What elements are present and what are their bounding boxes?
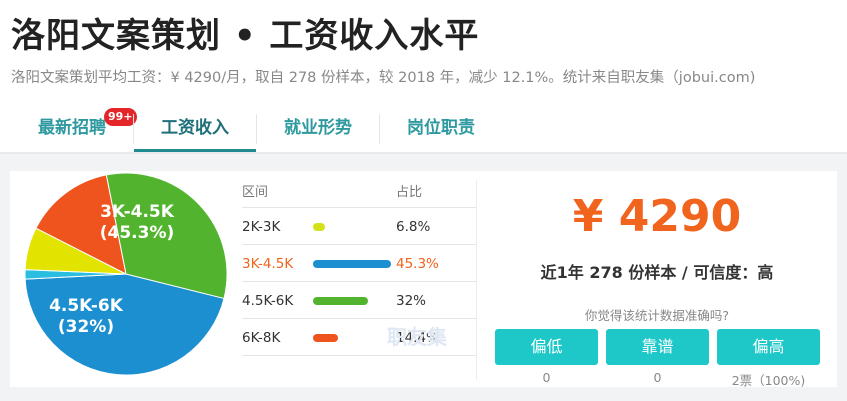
col-header-share: 占比: [396, 185, 423, 200]
table-row: 3K-4.5K 45.3%: [242, 244, 477, 281]
vote-high-count: 2票（100%): [731, 373, 806, 388]
tab-job-duties[interactable]: 岗位职责: [380, 108, 502, 149]
tab-bar: 最新招聘 99+ 工资收入 就业形势 岗位职责: [0, 108, 847, 152]
table-row: 2K-3K 6.8%: [242, 207, 477, 244]
tab-salary[interactable]: 工资收入: [134, 108, 256, 152]
tab-employment[interactable]: 就业形势: [257, 108, 379, 149]
average-salary: ¥ 4290: [572, 191, 742, 242]
table-bottom-border: [242, 355, 477, 356]
col-header-range: 区间: [242, 185, 269, 200]
row-range: 2K-3K: [242, 219, 281, 235]
vote-low-count: 0: [542, 370, 551, 385]
distribution-panel: 3K-4.5K (45.3%) 4.5K-6K (32%) 区间 占比 2K-3…: [10, 171, 477, 387]
tab-label: 最新招聘: [38, 118, 106, 138]
accuracy-question: 你觉得该统计数据准确吗?: [584, 308, 730, 323]
row-pct: 6.8%: [396, 219, 431, 235]
table-row: 4.5K-6K 32%: [242, 281, 477, 318]
share-bar: [313, 260, 391, 268]
pie-label-3k-4.5k: 3K-4.5K (45.3%): [82, 202, 192, 244]
row-pct: 45.3%: [396, 256, 439, 272]
pie-label-range: 4.5K-6K: [49, 296, 123, 316]
tab-label: 岗位职责: [407, 118, 475, 138]
vote-low-button[interactable]: 偏低: [495, 329, 598, 365]
watermark: 职友集: [387, 325, 447, 349]
pie-label-pct: (45.3%): [99, 223, 175, 243]
pie-label-4.5k-6k: 4.5K-6K (32%): [36, 296, 136, 338]
pie-label-range: 3K-4.5K: [100, 202, 174, 222]
row-range: 4.5K-6K: [242, 293, 294, 309]
share-bar: [313, 334, 338, 342]
share-bar: [313, 223, 325, 231]
header-divider: [0, 152, 847, 154]
share-bar: [313, 297, 369, 305]
page-title: 洛阳文案策划 • 工资收入水平: [11, 16, 480, 56]
vote-accurate-count: 0: [653, 370, 662, 385]
page-subtitle: 洛阳文案策划平均工资：¥ 4290/月，取自 278 份样本，较 2018 年，…: [11, 70, 756, 86]
vote-accurate-button[interactable]: 靠谱: [606, 329, 709, 365]
summary-panel: ¥ 4290 近1年 278 份样本 / 可信度：高 你觉得该统计数据准确吗? …: [477, 171, 837, 388]
tab-label: 就业形势: [284, 118, 352, 138]
pie-label-pct: (32%): [57, 317, 115, 337]
page-header: 洛阳文案策划 • 工资收入水平 洛阳文案策划平均工资：¥ 4290/月，取自 2…: [0, 0, 847, 152]
sample-info: 近1年 278 份样本 / 可信度：高: [540, 263, 774, 282]
count-badge: 99+: [104, 108, 137, 126]
row-range: 3K-4.5K: [242, 256, 294, 272]
row-pct: 32%: [396, 293, 427, 309]
vote-high-button[interactable]: 偏高: [717, 329, 820, 365]
row-range: 6K-8K: [242, 330, 281, 346]
tab-label: 工资收入: [161, 118, 229, 138]
